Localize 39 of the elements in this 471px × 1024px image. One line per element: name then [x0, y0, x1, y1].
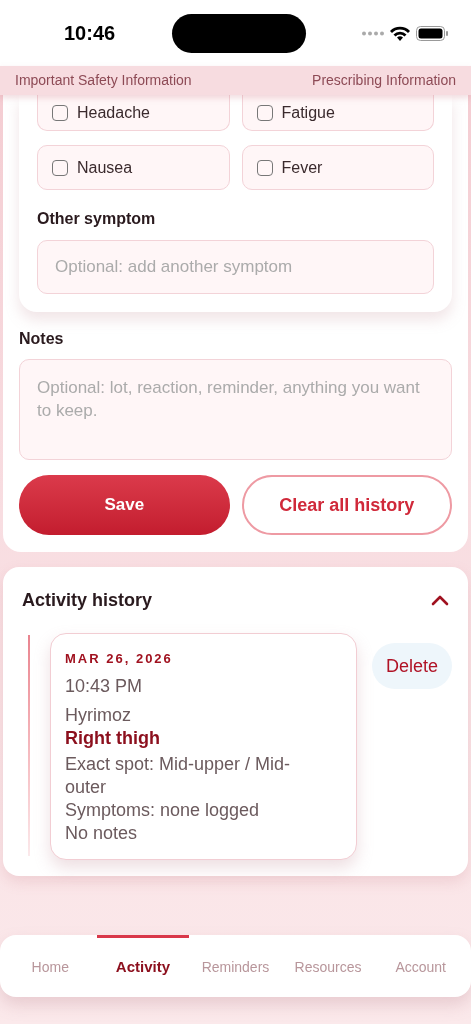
status-time: 10:46 — [64, 21, 116, 46]
entry-spot: Exact spot: Mid-upper / Mid-outer — [65, 752, 292, 799]
nav-tab[interactable]: Resources — [281, 935, 375, 997]
symptom-label: Headache — [77, 102, 150, 123]
checkbox[interactable] — [52, 104, 68, 121]
symptom-option[interactable]: Fatigue — [241, 95, 434, 131]
battery-icon — [416, 25, 449, 41]
entry-notes: No notes — [65, 821, 139, 845]
symptom-option[interactable]: Headache — [37, 95, 230, 131]
clear-history-button[interactable]: Clear all history — [241, 475, 452, 535]
header-link[interactable]: Important Safety Information — [15, 70, 192, 91]
entry-site: Right thigh — [65, 726, 161, 750]
nav-tab[interactable]: Home — [4, 935, 97, 997]
checkbox[interactable] — [256, 159, 273, 176]
symptom-option[interactable]: Fever — [241, 145, 434, 190]
checkbox[interactable] — [52, 159, 68, 176]
wifi-icon — [390, 25, 410, 41]
collapse-icon[interactable] — [430, 594, 450, 606]
nav-tab[interactable]: Reminders — [189, 935, 282, 997]
delete-button[interactable]: Delete — [371, 643, 452, 689]
header-link[interactable]: Prescribing Information — [312, 70, 456, 91]
other-symptom-field[interactable]: Optional: add another symptom — [37, 240, 434, 294]
entry-symptoms: Symptoms: none logged — [65, 798, 261, 822]
field-label: Notes — [19, 329, 65, 349]
symptom-label: Fatigue — [281, 102, 335, 123]
checkbox[interactable] — [256, 104, 273, 121]
field-label: Other symptom — [37, 209, 157, 229]
notes-field[interactable]: Optional: lot, reaction, reminder, anything you want to keep. — [19, 359, 452, 460]
entry-time: 10:43 PM — [65, 674, 144, 698]
nav-tab[interactable]: Account — [374, 935, 467, 997]
symptom-label: Nausea — [77, 157, 133, 178]
section-title: Activity history — [22, 588, 153, 612]
entry-date: MAR 26, 2026 — [65, 650, 174, 668]
save-button[interactable]: Save — [19, 475, 230, 535]
entry-product: Hyrimoz — [65, 703, 132, 727]
signal-icon — [362, 30, 384, 36]
symptom-option[interactable]: Nausea — [37, 145, 230, 190]
symptom-label: Fever — [281, 157, 323, 178]
nav-tab[interactable]: Activity — [96, 935, 190, 997]
